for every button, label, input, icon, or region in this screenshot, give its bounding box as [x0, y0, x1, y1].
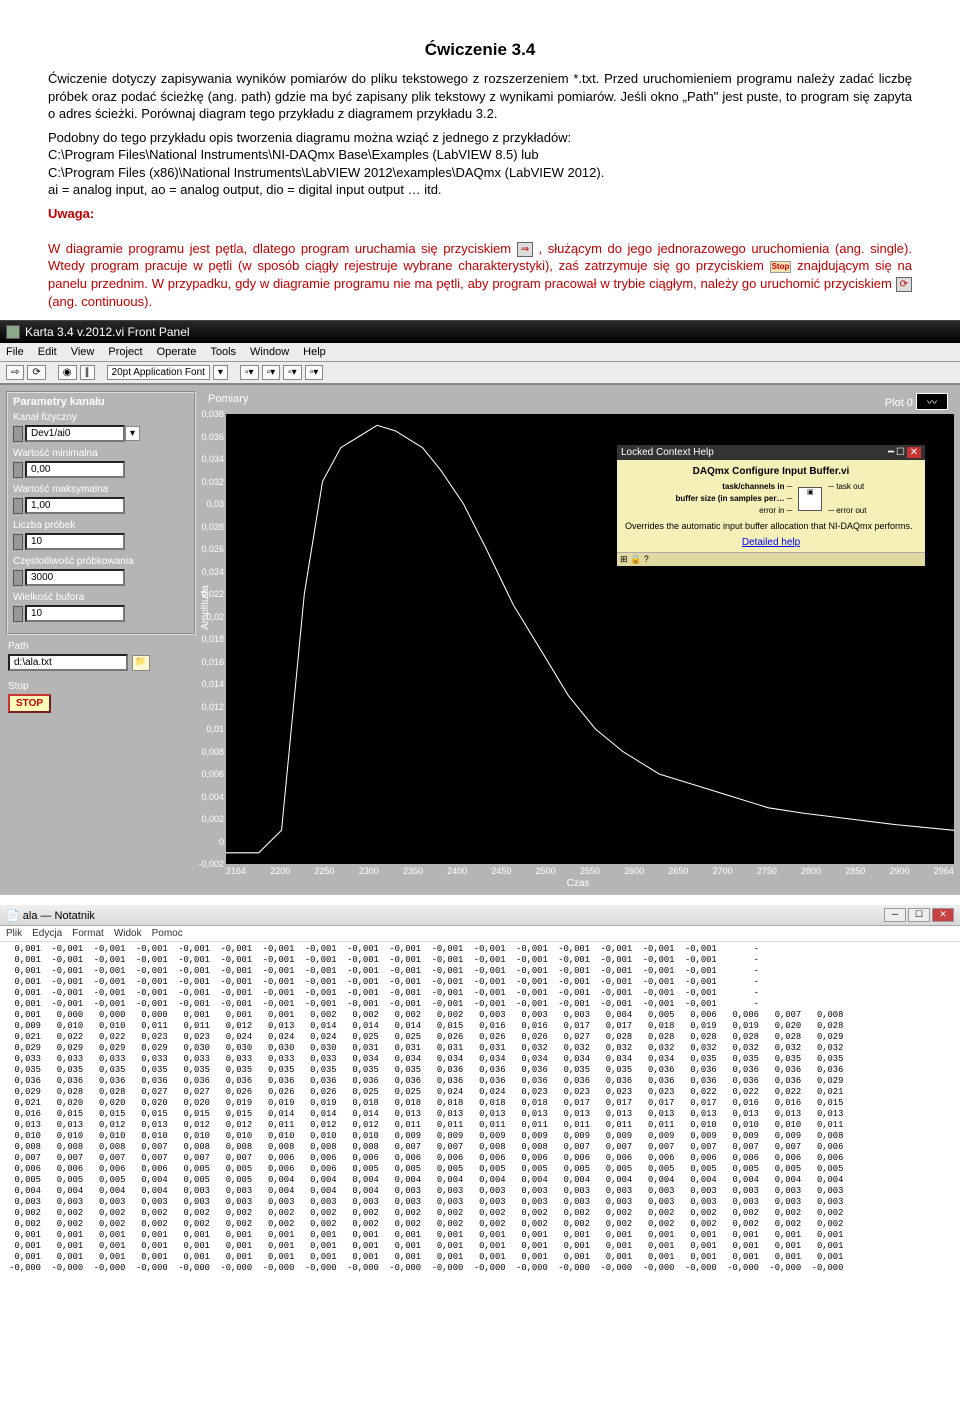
- notepad-title: ala — Notatnik: [23, 910, 95, 922]
- menu-item[interactable]: Format: [72, 928, 104, 939]
- menu-item[interactable]: Help: [303, 346, 326, 358]
- channel-input[interactable]: Dev1/ai0: [25, 425, 125, 442]
- notepad-window: 📄 ala — Notatnik ─ ☐ ✕ Plik Edycja Format W…: [0, 905, 960, 1276]
- run-button[interactable]: ⇨: [6, 365, 24, 380]
- channel-dropdown[interactable]: ▾: [125, 426, 140, 441]
- menu-item[interactable]: Tools: [210, 346, 236, 358]
- samples-input[interactable]: 10: [25, 533, 125, 550]
- ctx-footer[interactable]: ⊞ 🔒 ?: [617, 552, 925, 566]
- window-title: Karta 3.4 v.2012.vi Front Panel: [25, 325, 190, 339]
- stop-icon-inline: Stop: [770, 261, 792, 274]
- notepad-menubar[interactable]: Plik Edycja Format Widok Pomoc: [0, 926, 960, 942]
- params-title: Parametry kanału: [13, 396, 189, 408]
- note-section: Uwaga: W diagramie programu jest pętla, …: [48, 205, 912, 310]
- params-group: Parametry kanału Kanał fizyczny Dev1/ai0…: [6, 391, 196, 635]
- ctx-connector-pane: task/channels in ─ buffer size (in sampl…: [625, 481, 917, 517]
- minimize-icon[interactable]: ━: [888, 447, 894, 458]
- plot-area[interactable]: Locked Context Help ━ ☐ ✕ DAQmx Configur…: [226, 414, 954, 864]
- continuous-run-icon: ⟳: [896, 277, 912, 293]
- detailed-help-link[interactable]: Detailed help: [625, 537, 917, 548]
- labview-titlebar[interactable]: Karta 3.4 v.2012.vi Front Panel: [0, 321, 960, 343]
- min-input[interactable]: 0,00: [25, 461, 125, 478]
- menu-item[interactable]: View: [71, 346, 95, 358]
- context-help-window[interactable]: Locked Context Help ━ ☐ ✕ DAQmx Configur…: [616, 444, 926, 567]
- path-input[interactable]: d:\ala.txt: [8, 654, 128, 671]
- note-heading: Uwaga:: [48, 206, 94, 221]
- np-maximize-icon[interactable]: ☐: [908, 908, 930, 922]
- menu-item[interactable]: Window: [250, 346, 289, 358]
- abort-button[interactable]: ◉: [58, 365, 77, 380]
- reorder-button[interactable]: ▫▾: [305, 365, 324, 380]
- exercise-title: Ćwiczenie 3.4: [48, 40, 912, 60]
- menu-item[interactable]: Operate: [157, 346, 197, 358]
- menu-item[interactable]: Widok: [114, 928, 142, 939]
- notepad-icon: 📄: [6, 910, 20, 922]
- distribute-button[interactable]: ▫▾: [262, 365, 281, 380]
- menu-item[interactable]: File: [6, 346, 24, 358]
- np-close-icon[interactable]: ✕: [932, 908, 954, 922]
- para-1: Ćwiczenie dotyczy zapisywania wyników po…: [48, 70, 912, 123]
- spinner-icon[interactable]: [13, 426, 23, 442]
- notepad-titlebar[interactable]: 📄 ala — Notatnik ─ ☐ ✕: [0, 905, 960, 926]
- menu-item[interactable]: Plik: [6, 928, 22, 939]
- labview-toolbar[interactable]: ⇨ ⟳ ◉ ∥ 20pt Application Font ▾ ▫▾ ▫▾ ▫▾…: [0, 362, 960, 385]
- pause-button[interactable]: ∥: [80, 365, 95, 380]
- np-minimize-icon[interactable]: ─: [884, 908, 906, 922]
- buffer-input[interactable]: 10: [25, 605, 125, 622]
- ctx-help-title: Locked Context Help: [621, 447, 714, 458]
- max-input[interactable]: 1,00: [25, 497, 125, 514]
- labview-menubar[interactable]: File Edit View Project Operate Tools Window Hel…: [0, 343, 960, 362]
- front-panel: Parametry kanału Kanał fizyczny Dev1/ai0…: [0, 385, 960, 895]
- font-dropdown[interactable]: ▾: [213, 365, 228, 380]
- menu-item[interactable]: Edycja: [32, 928, 62, 939]
- x-axis-label: Czas: [202, 878, 954, 889]
- y-axis-ticks: -0,00200,0020,0040,0060,0080,010,0120,01…: [202, 414, 226, 869]
- plot-legend[interactable]: Plot 0: [885, 397, 913, 409]
- app-icon: [6, 325, 20, 339]
- font-selector[interactable]: 20pt Application Font: [107, 365, 210, 380]
- browse-icon[interactable]: 📁: [132, 655, 150, 671]
- ctx-vi-title: DAQmx Configure Input Buffer.vi: [625, 466, 917, 477]
- run-arrow-icon: ⇒: [517, 242, 533, 258]
- menu-item[interactable]: Project: [108, 346, 142, 358]
- menu-item[interactable]: Edit: [38, 346, 57, 358]
- plot-color-swatch[interactable]: 〰: [916, 393, 948, 410]
- menu-item[interactable]: Pomoc: [152, 928, 183, 939]
- maximize-icon[interactable]: ☐: [896, 447, 905, 458]
- chart-title: Pomiary: [208, 393, 248, 410]
- para-2: Podobny do tego przykładu opis tworzenia…: [48, 129, 912, 199]
- notepad-content[interactable]: 0,001 -0,001 -0,001 -0,001 -0,001 -0,001…: [0, 942, 960, 1276]
- close-icon[interactable]: ✕: [907, 447, 921, 458]
- resize-button[interactable]: ▫▾: [283, 365, 302, 380]
- labview-window: Karta 3.4 v.2012.vi Front Panel File Edit…: [0, 320, 960, 895]
- run-continuous-button[interactable]: ⟳: [27, 365, 45, 380]
- params-panel: Parametry kanału Kanał fizyczny Dev1/ai0…: [6, 391, 196, 889]
- document-body: Ćwiczenie 3.4 Ćwiczenie dotyczy zapisywa…: [0, 0, 960, 320]
- ctx-description: Overrides the automatic input buffer all…: [625, 521, 917, 531]
- stop-button[interactable]: STOP: [8, 694, 51, 713]
- x-axis-ticks: 2164220022502300235024002450250025502600…: [226, 866, 954, 876]
- freq-input[interactable]: 3000: [25, 569, 125, 586]
- chart-panel: Pomiary Plot 0 〰 Amplituda Locked Contex…: [202, 391, 954, 889]
- align-button[interactable]: ▫▾: [240, 365, 259, 380]
